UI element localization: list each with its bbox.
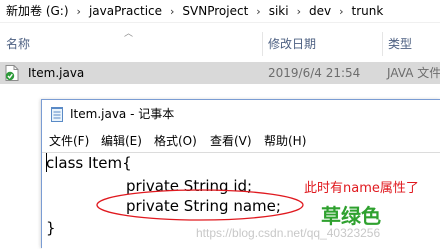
- chevron-right-icon: ›: [339, 5, 344, 18]
- menu-format[interactable]: 格式(O): [154, 130, 197, 152]
- breadcrumb: 新加卷 (G:) › javaPractice › SVNProject › siki › de…: [0, 0, 440, 23]
- highlight-ellipse: [96, 189, 304, 221]
- watermark: https://blog.csdn.net/qq_40323256: [196, 226, 381, 240]
- code-line: class Item{: [46, 154, 132, 172]
- java-file-icon: [5, 65, 19, 81]
- breadcrumb-item-javapractice[interactable]: javaPractice: [87, 0, 164, 22]
- column-divider[interactable]: [382, 32, 383, 56]
- notepad-icon: [51, 107, 63, 122]
- file-type: JAVA 文件: [387, 66, 440, 80]
- menu-file[interactable]: 文件(F): [49, 130, 89, 152]
- column-divider[interactable]: [262, 32, 263, 56]
- menu-edit[interactable]: 编辑(E): [101, 130, 142, 152]
- column-header-type[interactable]: 类型: [388, 30, 412, 58]
- annotation-color-label: 草绿色: [321, 204, 381, 228]
- file-name: Item.java: [28, 66, 85, 80]
- breadcrumb-item-dev[interactable]: dev: [307, 0, 333, 22]
- menu-view[interactable]: 查看(V): [210, 130, 252, 152]
- column-headers: 名称 修改日期 类型: [0, 30, 440, 58]
- chevron-right-icon: ›: [76, 5, 81, 18]
- column-header-modified[interactable]: 修改日期: [268, 30, 316, 58]
- breadcrumb-item-siki[interactable]: siki: [267, 0, 291, 22]
- notepad-titlebar[interactable]: Item.java - 记事本: [42, 100, 440, 129]
- annotation-note: 此时有name属性了: [304, 181, 419, 196]
- breadcrumb-item-svnproject[interactable]: SVNProject: [180, 0, 250, 22]
- breadcrumb-item-drive[interactable]: 新加卷 (G:): [0, 0, 71, 22]
- column-header-name[interactable]: 名称: [6, 30, 30, 58]
- menu-help[interactable]: 帮助(H): [264, 130, 306, 152]
- code-line: }: [46, 219, 56, 237]
- chevron-right-icon: ›: [296, 5, 301, 18]
- menu-bar: 文件(F) 编辑(E) 格式(O) 查看(V) 帮助(H): [42, 130, 440, 152]
- chevron-right-icon: ›: [170, 5, 175, 18]
- chevron-right-icon: ›: [256, 5, 261, 18]
- notepad-title: Item.java - 记事本: [70, 107, 175, 121]
- file-row[interactable]: Item.java 2019/6/4 21:54 JAVA 文件: [0, 62, 440, 84]
- breadcrumb-item-trunk[interactable]: trunk: [349, 0, 385, 22]
- file-modified-date: 2019/6/4 21:54: [268, 66, 361, 80]
